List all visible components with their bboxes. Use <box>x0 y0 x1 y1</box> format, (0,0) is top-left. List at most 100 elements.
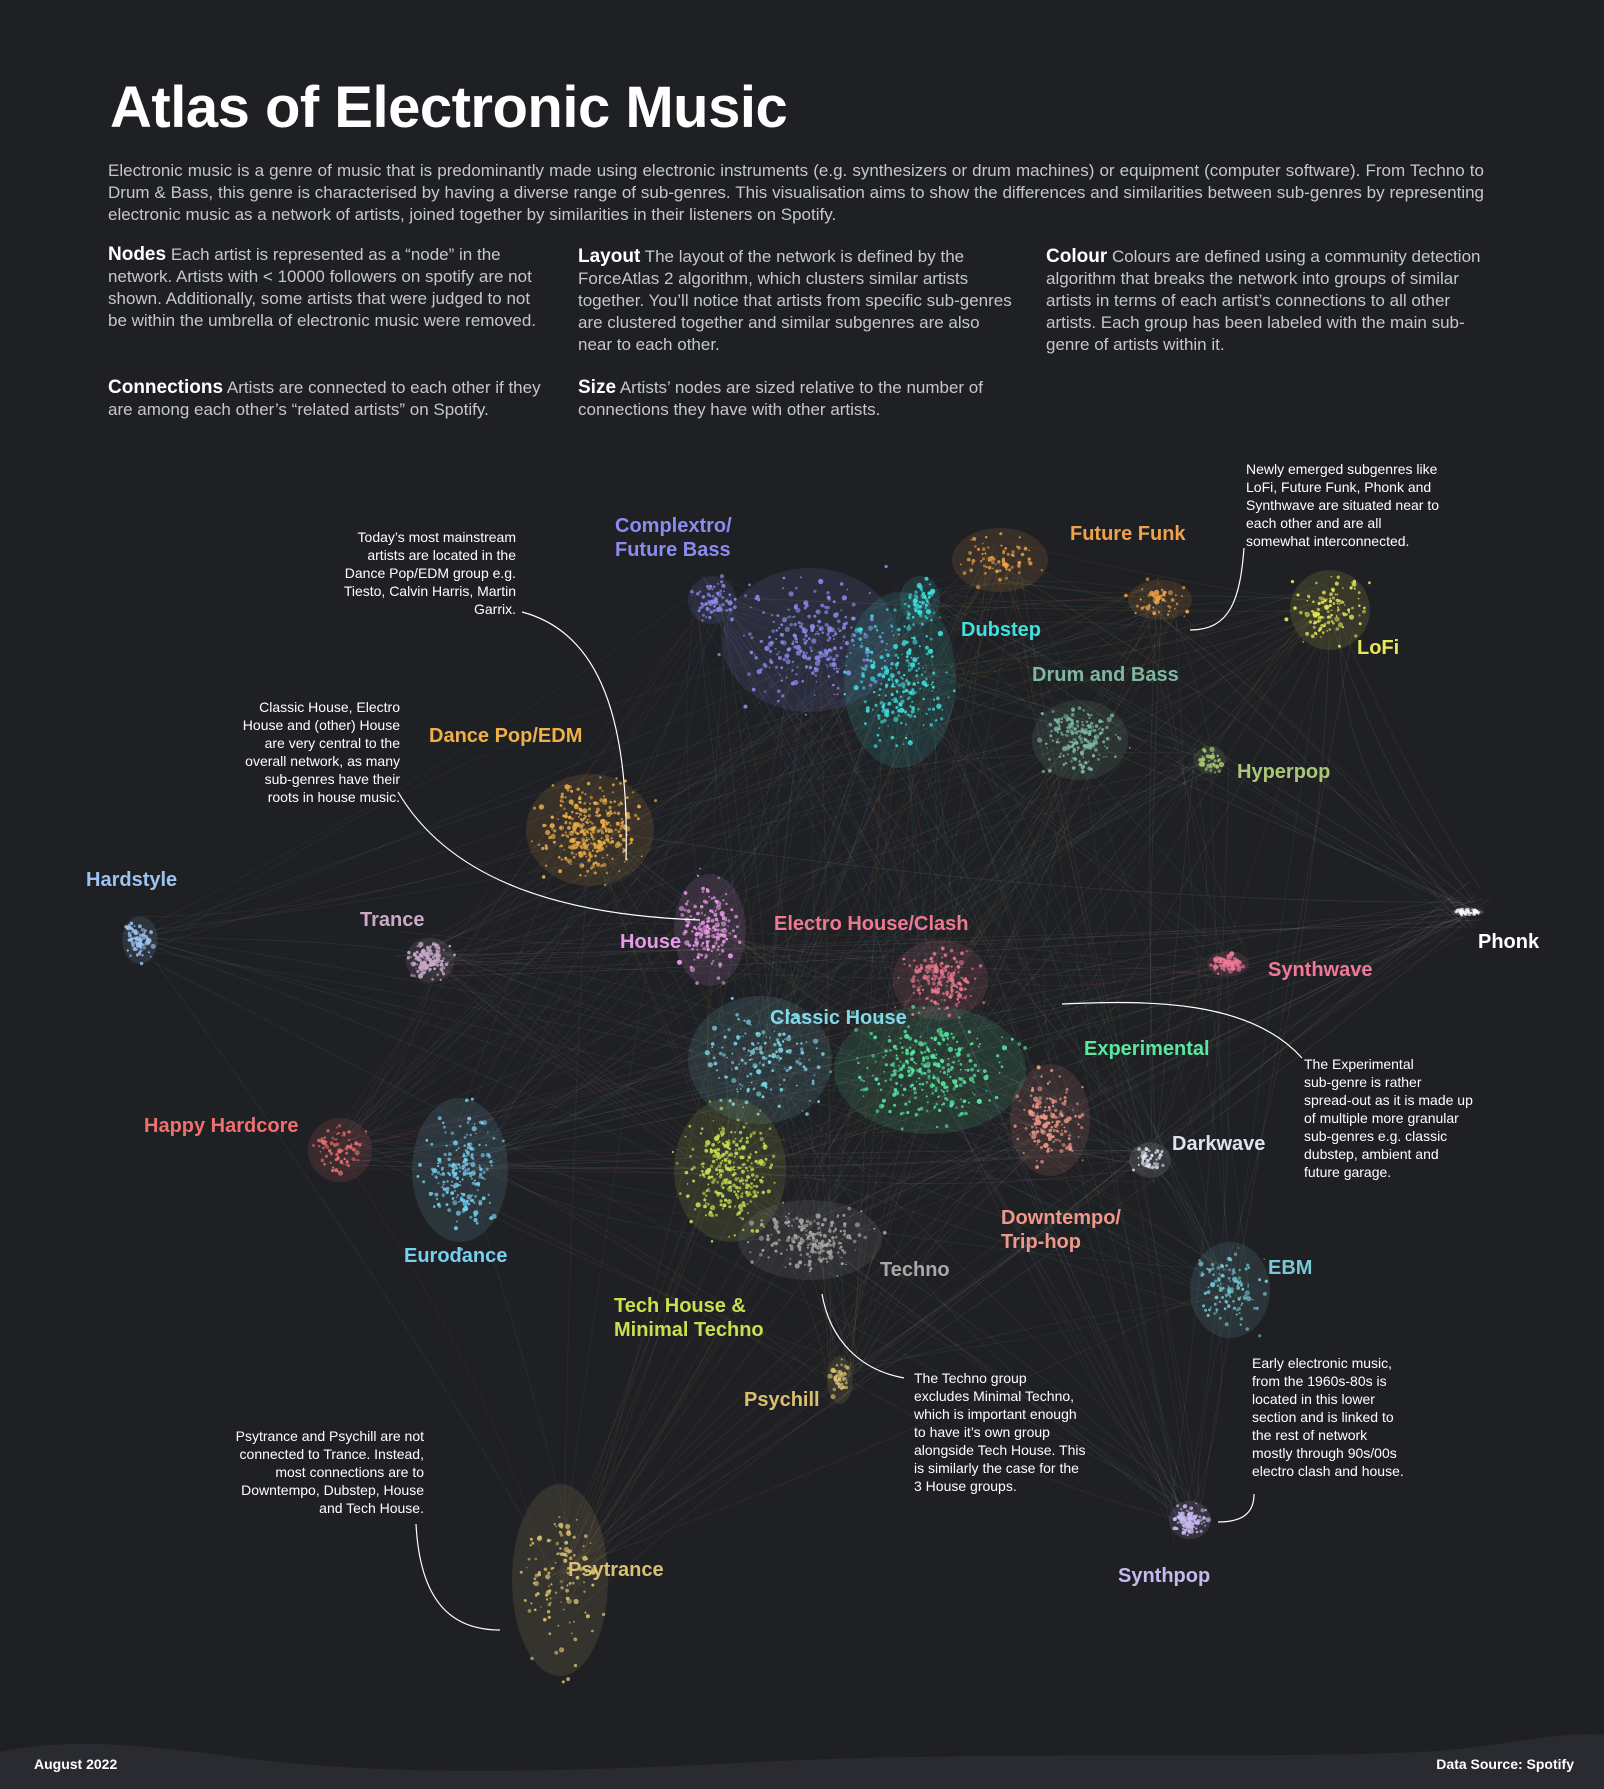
artist-node <box>416 969 420 974</box>
artist-node <box>1034 1099 1037 1102</box>
artist-node <box>620 818 623 820</box>
artist-node <box>873 624 878 629</box>
artist-node <box>746 1136 749 1140</box>
artist-node <box>562 1552 567 1557</box>
artist-node <box>587 814 591 818</box>
artist-node <box>560 792 564 796</box>
artist-node <box>470 1177 473 1180</box>
artist-node <box>1181 1515 1187 1521</box>
artist-node <box>1032 1103 1035 1107</box>
artist-node <box>1043 1142 1049 1148</box>
artist-node <box>961 1047 964 1049</box>
artist-node <box>968 551 972 555</box>
artist-node <box>1329 592 1333 596</box>
artist-node <box>835 1236 838 1239</box>
cluster-ebm <box>1190 1242 1270 1338</box>
artist-node <box>617 830 621 833</box>
artist-node <box>1040 569 1043 572</box>
artist-node <box>917 968 921 972</box>
genre-label-hyperpop: Hyperpop <box>1237 761 1331 783</box>
artist-node <box>842 1377 845 1380</box>
artist-node <box>579 874 582 877</box>
artist-node <box>759 668 763 671</box>
artist-node <box>322 1146 325 1150</box>
artist-node <box>885 649 888 652</box>
artist-node <box>1149 1163 1152 1165</box>
artist-node <box>713 936 716 938</box>
artist-node <box>611 791 615 794</box>
artist-node <box>1228 965 1231 968</box>
artist-node <box>589 820 592 824</box>
artist-node <box>1068 740 1071 743</box>
artist-node <box>1198 758 1202 762</box>
artist-node <box>699 867 701 870</box>
artist-node <box>541 846 545 851</box>
artist-node <box>893 1069 897 1073</box>
artist-node <box>747 672 751 676</box>
artist-node <box>1076 746 1080 750</box>
artist-node <box>466 1194 472 1200</box>
artist-node <box>741 1192 744 1195</box>
artist-node <box>718 962 723 967</box>
artist-node <box>448 944 452 948</box>
artist-node <box>1218 1316 1222 1320</box>
artist-node <box>1337 622 1344 628</box>
artist-node <box>1081 720 1084 724</box>
artist-node <box>1234 959 1238 963</box>
artist-node <box>879 655 884 660</box>
artist-node <box>718 1172 721 1174</box>
artist-node <box>571 1632 573 1635</box>
artist-node <box>442 1121 445 1125</box>
artist-node <box>745 1019 752 1025</box>
artist-node <box>721 583 726 588</box>
artist-node <box>573 804 579 810</box>
artist-node <box>560 1526 563 1529</box>
artist-node <box>903 963 906 966</box>
artist-node <box>705 888 709 891</box>
artist-node <box>613 811 617 815</box>
artist-node <box>566 1598 572 1604</box>
artist-node <box>817 1226 821 1230</box>
cluster-happy-hardcore <box>308 1118 372 1182</box>
artist-node <box>829 1243 832 1247</box>
artist-node <box>802 651 805 654</box>
artist-node <box>534 1573 539 1578</box>
artist-node <box>429 949 433 953</box>
artist-node <box>950 988 954 993</box>
artist-node <box>779 1083 781 1086</box>
artist-node <box>1062 763 1066 766</box>
artist-node <box>883 1070 886 1073</box>
artist-node <box>826 591 830 595</box>
artist-node <box>453 1172 458 1176</box>
artist-node <box>691 947 695 951</box>
artist-node <box>1085 720 1088 723</box>
artist-node <box>780 623 784 627</box>
artist-node <box>1042 1123 1048 1129</box>
artist-node <box>433 1205 436 1208</box>
artist-node <box>610 801 613 804</box>
callout-line-newly <box>1189 547 1245 631</box>
artist-node <box>892 1072 897 1077</box>
artist-node <box>453 1226 458 1231</box>
artist-node <box>458 1166 462 1169</box>
artist-node <box>907 1073 911 1078</box>
genre-label-synthpop: Synthpop <box>1118 1565 1211 1587</box>
artist-node <box>813 694 816 696</box>
artist-node <box>880 667 884 670</box>
artist-node <box>469 1174 473 1178</box>
artist-node <box>1227 1277 1231 1280</box>
artist-node <box>820 1239 825 1244</box>
artist-node <box>616 811 621 816</box>
artist-node <box>906 698 909 701</box>
artist-node <box>432 941 436 946</box>
artist-node <box>869 659 873 663</box>
artist-node <box>936 990 940 994</box>
artist-node <box>1201 755 1204 758</box>
artist-node <box>560 1586 564 1590</box>
artist-node <box>625 796 629 800</box>
artist-node <box>570 789 574 793</box>
artist-node <box>726 1143 730 1148</box>
artist-node <box>456 1167 459 1170</box>
artist-node <box>815 1047 818 1050</box>
artist-node <box>448 1174 452 1177</box>
